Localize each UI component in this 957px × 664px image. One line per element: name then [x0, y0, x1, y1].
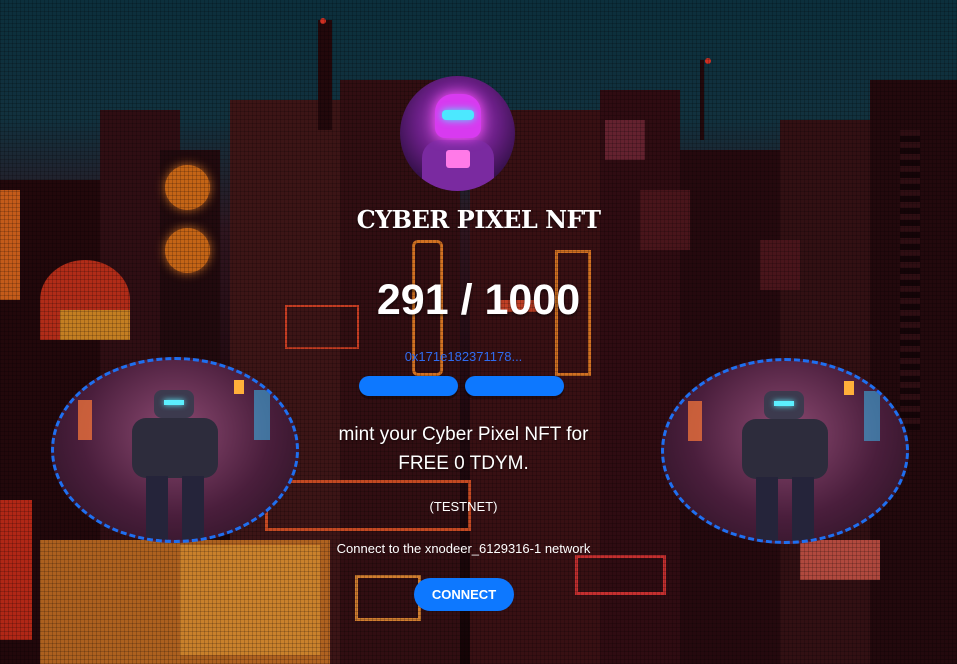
collection-title: CYBER PIXEL NFT — [356, 205, 601, 234]
connect-button[interactable]: CONNECT — [414, 578, 514, 611]
collection-avatar — [400, 76, 515, 191]
increment-button[interactable] — [465, 376, 564, 396]
connect-prompt: Connect to the xnodeer_6129316-1 network — [336, 541, 591, 556]
mint-counter: 291 / 1000 — [376, 276, 581, 324]
mint-description: mint your Cyber Pixel NFT for FREE 0 TDY… — [0, 420, 927, 478]
contract-address-link[interactable]: 0x171e182371178... — [0, 349, 927, 364]
mint-line-2: FREE 0 TDYM. — [398, 453, 529, 474]
mint-line-1: mint your Cyber Pixel NFT for — [338, 424, 589, 445]
decrement-button[interactable] — [359, 376, 458, 396]
network-note: (TESTNET) — [429, 499, 498, 514]
